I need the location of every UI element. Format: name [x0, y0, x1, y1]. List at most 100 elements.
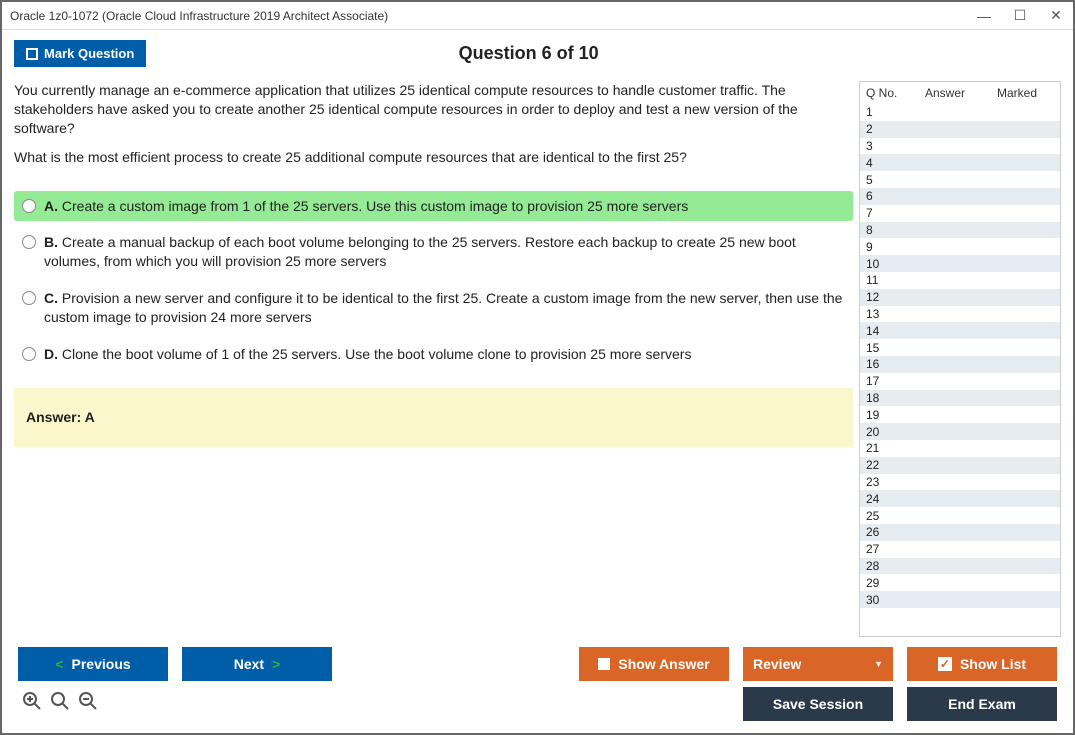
question-list-row[interactable]: 2: [860, 121, 1060, 138]
question-list-row[interactable]: 30: [860, 591, 1060, 608]
question-list-row[interactable]: 11: [860, 272, 1060, 289]
zoom-in-icon[interactable]: [22, 691, 42, 715]
question-list-row[interactable]: 29: [860, 574, 1060, 591]
question-list-row[interactable]: 20: [860, 423, 1060, 440]
zoom-icon[interactable]: [50, 691, 70, 715]
question-list-row[interactable]: 19: [860, 406, 1060, 423]
zoom-out-icon[interactable]: [78, 691, 98, 715]
show-list-label: Show List: [960, 656, 1026, 672]
question-list-row[interactable]: 14: [860, 322, 1060, 339]
col-header-marked: Marked: [980, 86, 1054, 100]
checkbox-icon: [26, 48, 38, 60]
question-list-row[interactable]: 3: [860, 138, 1060, 155]
zoom-controls: [18, 687, 102, 721]
option-text: D. Clone the boot volume of 1 of the 25 …: [44, 345, 691, 364]
qno-cell: 28: [866, 559, 910, 573]
qno-cell: 1: [866, 105, 910, 119]
option-d[interactable]: D. Clone the boot volume of 1 of the 25 …: [14, 339, 853, 370]
save-session-label: Save Session: [773, 696, 863, 712]
radio-icon[interactable]: [22, 291, 36, 305]
option-a[interactable]: A. Create a custom image from 1 of the 2…: [14, 191, 853, 222]
question-list-row[interactable]: 24: [860, 490, 1060, 507]
qno-cell: 4: [866, 156, 910, 170]
review-label: Review: [753, 656, 801, 672]
question-list-panel: Q No. Answer Marked 12345678910111213141…: [859, 81, 1061, 637]
radio-icon[interactable]: [22, 235, 36, 249]
qno-cell: 27: [866, 542, 910, 556]
content-area: Mark Question Question 6 of 10 You curre…: [2, 30, 1073, 733]
option-text: A. Create a custom image from 1 of the 2…: [44, 197, 688, 216]
question-list-row[interactable]: 8: [860, 222, 1060, 239]
save-session-button[interactable]: Save Session: [743, 687, 893, 721]
qno-cell: 11: [866, 273, 910, 287]
end-exam-label: End Exam: [948, 696, 1016, 712]
qno-cell: 19: [866, 408, 910, 422]
qno-cell: 13: [866, 307, 910, 321]
question-list[interactable]: 1234567891011121314151617181920212223242…: [860, 104, 1060, 636]
col-header-qno: Q No.: [866, 86, 910, 100]
maximize-icon[interactable]: ☐: [1011, 7, 1029, 24]
question-para-1: You currently manage an e-commerce appli…: [14, 81, 853, 138]
mark-question-button[interactable]: Mark Question: [14, 40, 146, 67]
next-button[interactable]: Next >: [182, 647, 332, 681]
radio-icon[interactable]: [22, 347, 36, 361]
qno-cell: 6: [866, 189, 910, 203]
answer-box: Answer: A: [14, 388, 853, 447]
end-exam-button[interactable]: End Exam: [907, 687, 1057, 721]
main-row: You currently manage an e-commerce appli…: [14, 81, 1061, 637]
question-list-row[interactable]: 16: [860, 356, 1060, 373]
mark-question-label: Mark Question: [44, 46, 134, 61]
question-list-row[interactable]: 26: [860, 524, 1060, 541]
question-list-row[interactable]: 12: [860, 289, 1060, 306]
window-controls: — ☐ ✕: [975, 7, 1065, 24]
question-list-row[interactable]: 28: [860, 558, 1060, 575]
col-header-answer: Answer: [910, 86, 980, 100]
question-list-row[interactable]: 9: [860, 238, 1060, 255]
question-list-row[interactable]: 10: [860, 255, 1060, 272]
question-list-row[interactable]: 18: [860, 390, 1060, 407]
question-list-row[interactable]: 22: [860, 457, 1060, 474]
option-c[interactable]: C. Provision a new server and configure …: [14, 283, 853, 333]
option-b[interactable]: B. Create a manual backup of each boot v…: [14, 227, 853, 277]
question-list-row[interactable]: 7: [860, 205, 1060, 222]
qno-cell: 12: [866, 290, 910, 304]
question-list-row[interactable]: 23: [860, 474, 1060, 491]
option-text: C. Provision a new server and configure …: [44, 289, 845, 327]
question-list-row[interactable]: 17: [860, 373, 1060, 390]
show-answer-button[interactable]: Show Answer: [579, 647, 729, 681]
previous-button[interactable]: < Previous: [18, 647, 168, 681]
qno-cell: 26: [866, 525, 910, 539]
window-title: Oracle 1z0-1072 (Oracle Cloud Infrastruc…: [10, 9, 975, 23]
previous-label: Previous: [72, 656, 131, 672]
question-list-row[interactable]: 5: [860, 171, 1060, 188]
qno-cell: 24: [866, 492, 910, 506]
app-window: Oracle 1z0-1072 (Oracle Cloud Infrastruc…: [0, 0, 1075, 735]
caret-down-icon: ▼: [874, 659, 883, 669]
chevron-left-icon: <: [55, 656, 63, 672]
qno-cell: 10: [866, 257, 910, 271]
check-icon: ✓: [938, 657, 952, 671]
review-button[interactable]: Review ▼: [743, 647, 893, 681]
show-list-button[interactable]: ✓ Show List: [907, 647, 1057, 681]
minimize-icon[interactable]: —: [975, 8, 993, 24]
next-label: Next: [234, 656, 264, 672]
qno-cell: 16: [866, 357, 910, 371]
question-list-row[interactable]: 27: [860, 541, 1060, 558]
titlebar: Oracle 1z0-1072 (Oracle Cloud Infrastruc…: [2, 2, 1073, 30]
qno-cell: 21: [866, 441, 910, 455]
qno-cell: 18: [866, 391, 910, 405]
square-icon: [598, 658, 610, 670]
question-list-row[interactable]: 21: [860, 440, 1060, 457]
question-list-row[interactable]: 15: [860, 339, 1060, 356]
question-list-row[interactable]: 25: [860, 507, 1060, 524]
question-list-row[interactable]: 6: [860, 188, 1060, 205]
chevron-right-icon: >: [272, 656, 280, 672]
question-list-header: Q No. Answer Marked: [860, 82, 1060, 104]
question-list-row[interactable]: 4: [860, 154, 1060, 171]
question-list-row[interactable]: 13: [860, 306, 1060, 323]
qno-cell: 8: [866, 223, 910, 237]
question-list-row[interactable]: 1: [860, 104, 1060, 121]
close-icon[interactable]: ✕: [1047, 7, 1065, 24]
question-counter: Question 6 of 10: [146, 43, 911, 64]
radio-icon[interactable]: [22, 199, 36, 213]
